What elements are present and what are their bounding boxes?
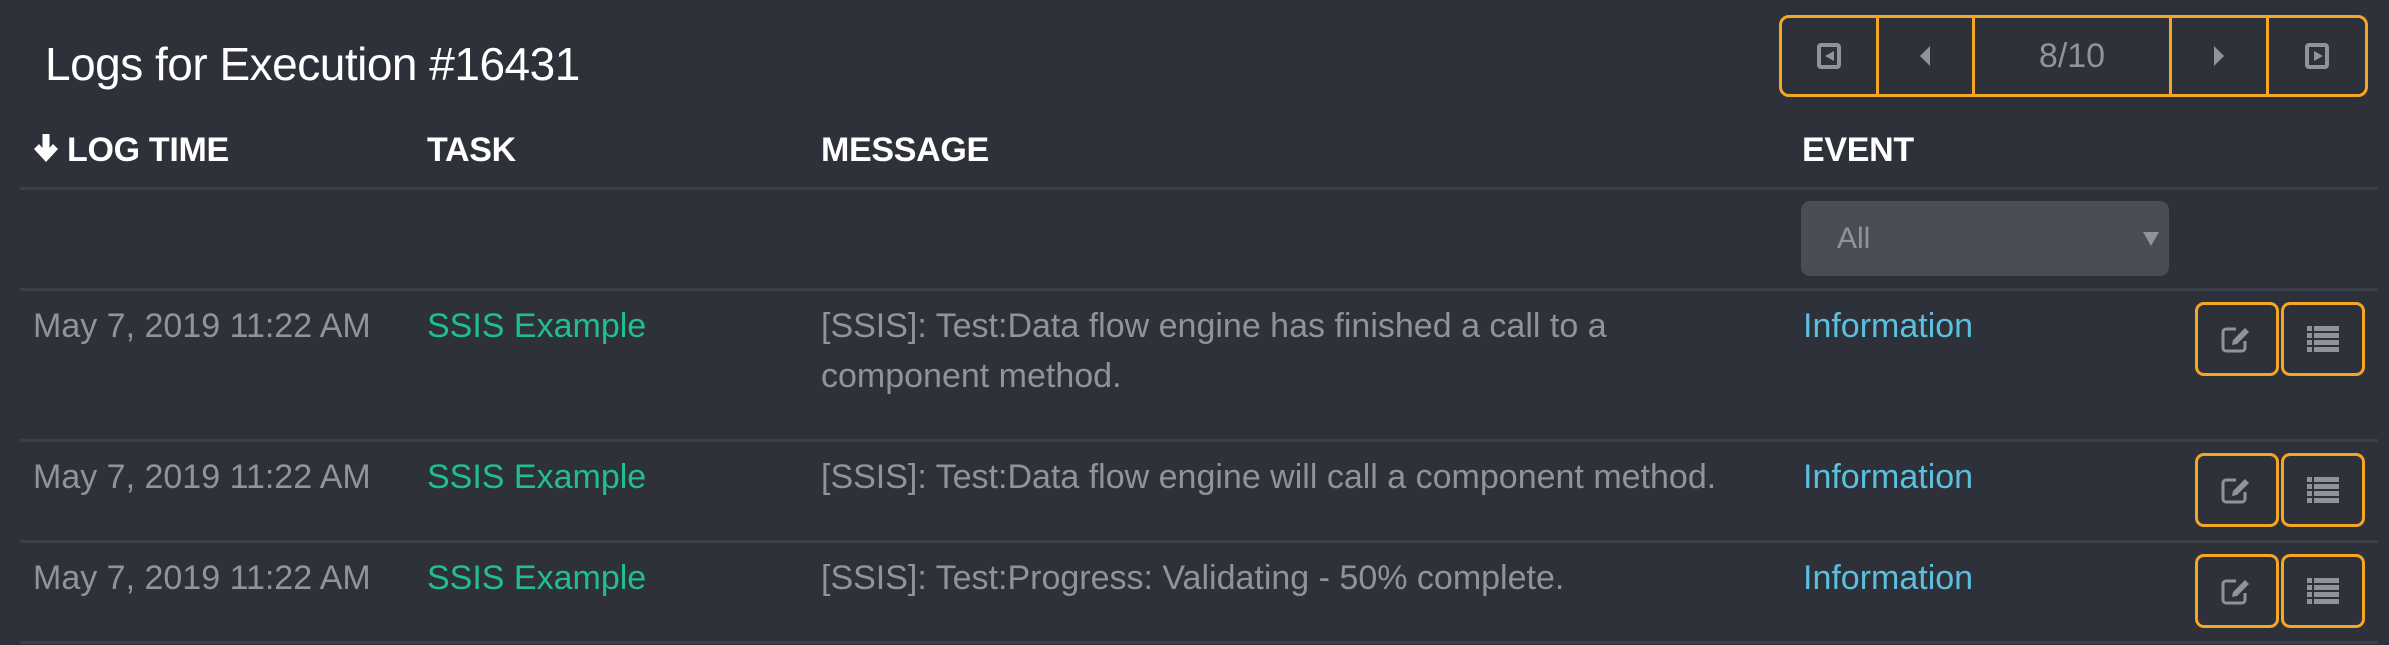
edit-button[interactable] xyxy=(2195,554,2279,628)
log-time: May 7, 2019 11:22 AM xyxy=(33,307,371,345)
column-header-label: LOG TIME xyxy=(67,131,229,169)
message: [SSIS]: Test:Data flow engine will call … xyxy=(821,458,1717,496)
list-icon xyxy=(2307,477,2339,503)
message: [SSIS]: Test:Data flow engine has finish… xyxy=(821,307,1607,395)
log-time: May 7, 2019 11:22 AM xyxy=(33,458,371,496)
arrow-down-icon xyxy=(34,134,58,162)
event-filter-select[interactable]: All xyxy=(1801,201,2169,276)
message: [SSIS]: Test:Progress: Validating - 50% … xyxy=(821,559,1565,597)
event-link[interactable]: Information xyxy=(1803,553,1973,603)
task-link[interactable]: SSIS Example xyxy=(427,301,646,351)
edit-icon xyxy=(2221,579,2249,605)
list-icon xyxy=(2307,326,2339,352)
log-time: May 7, 2019 11:22 AM xyxy=(33,559,371,597)
event-link[interactable]: Information xyxy=(1803,452,1973,502)
edit-icon xyxy=(2221,478,2249,504)
details-list-button[interactable] xyxy=(2281,554,2365,628)
row-divider xyxy=(20,288,2378,291)
next-page-button[interactable] xyxy=(2172,18,2269,94)
first-page-icon xyxy=(1816,43,1841,69)
event-link[interactable]: Information xyxy=(1803,301,1973,351)
row-divider xyxy=(20,641,2378,644)
caret-left-icon xyxy=(1920,46,1931,66)
edit-button[interactable] xyxy=(2195,302,2279,376)
first-page-button[interactable] xyxy=(1782,18,1879,94)
task-link[interactable]: SSIS Example xyxy=(427,452,646,502)
page-indicator: 8/10 xyxy=(1975,18,2173,94)
task-link[interactable]: SSIS Example xyxy=(427,553,646,603)
event-filter-value: All xyxy=(1837,222,1871,255)
last-page-button[interactable] xyxy=(2269,18,2366,94)
last-page-icon xyxy=(2304,43,2329,69)
row-divider xyxy=(20,540,2378,543)
previous-page-button[interactable] xyxy=(1879,18,1976,94)
list-icon xyxy=(2307,578,2339,604)
page-title: Logs for Execution #16431 xyxy=(45,38,580,90)
caret-right-icon xyxy=(2213,46,2224,66)
pagination: 8/10 xyxy=(1779,15,2368,97)
column-header-message[interactable]: MESSAGE xyxy=(821,128,989,172)
row-divider xyxy=(20,439,2378,442)
edit-button[interactable] xyxy=(2195,453,2279,527)
column-header-task[interactable]: TASK xyxy=(427,128,516,172)
details-list-button[interactable] xyxy=(2281,302,2365,376)
header-divider xyxy=(20,187,2378,190)
details-list-button[interactable] xyxy=(2281,453,2365,527)
edit-icon xyxy=(2221,327,2249,353)
dropdown-arrow-icon xyxy=(2143,232,2159,246)
column-header-event[interactable]: EVENT xyxy=(1802,128,1914,172)
column-header-log-time[interactable]: LOG TIME xyxy=(31,128,229,172)
